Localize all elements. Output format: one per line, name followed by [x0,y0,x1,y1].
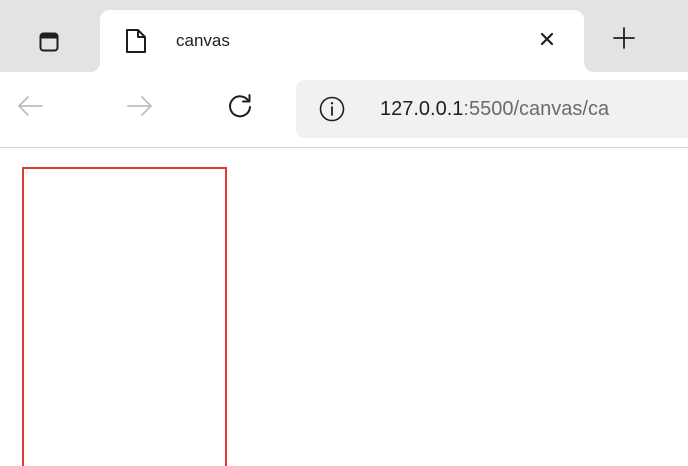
arrow-left-icon [16,94,44,123]
address-bar[interactable]: 127.0.0.1:5500/canvas/ca [296,80,688,138]
page-icon [124,28,148,54]
new-tab-button[interactable] [598,18,650,62]
refresh-icon [226,92,254,125]
url-text: 127.0.0.1:5500/canvas/ca [380,97,609,121]
arrow-right-icon [126,94,154,123]
tab-actions-button[interactable] [18,18,80,66]
info-icon[interactable] [318,95,346,123]
tab-title: canvas [176,31,230,50]
close-icon [539,31,555,52]
close-tab-button[interactable] [536,30,558,52]
canvas-element[interactable] [22,167,227,466]
refresh-button[interactable] [218,86,262,130]
browser-window: canvas 127.0.0.1:5500/canvas/ca [0,0,688,466]
url-host: 127.0.0.1 [380,98,464,120]
forward-button[interactable] [118,86,162,130]
browser-toolbar: 127.0.0.1:5500/canvas/ca [0,72,688,148]
back-button[interactable] [8,86,52,130]
page-content [0,148,688,466]
tab-strip: canvas [0,0,688,72]
active-tab[interactable]: canvas [100,10,584,72]
tab-actions-icon [39,32,59,52]
plus-icon [612,26,636,55]
url-path: :5500/canvas/ca [463,98,610,120]
